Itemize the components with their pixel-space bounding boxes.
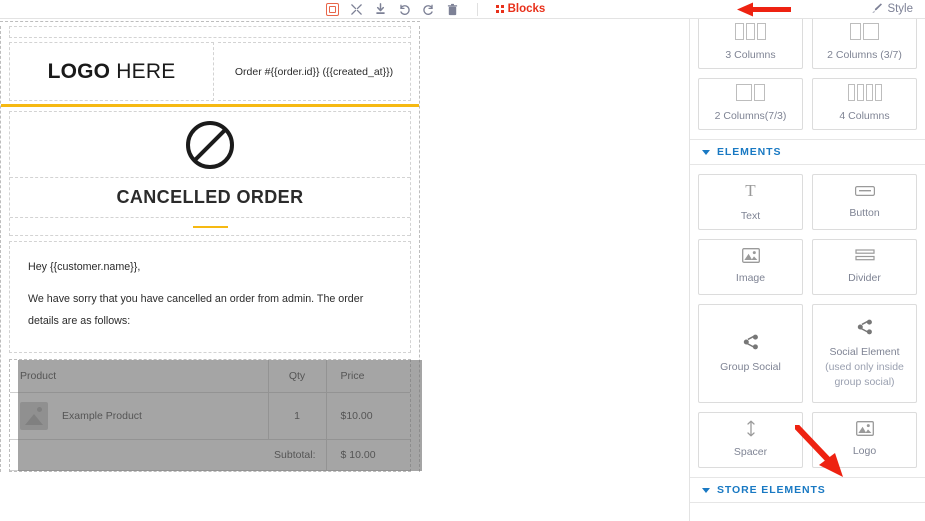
no-entry-icon: [186, 120, 234, 169]
top-toolbar: Blocks Style: [0, 0, 925, 19]
select-frame-icon[interactable]: [326, 2, 340, 16]
element-tile-label: Button: [849, 207, 880, 219]
element-tile-social-element[interactable]: Social Element (used only inside group s…: [812, 304, 917, 403]
layout-tile-2-columns-37[interactable]: 2 Columns (3/7): [812, 19, 917, 69]
status-section[interactable]: CANCELLED ORDER: [9, 111, 411, 236]
two-columns-73-icon: [736, 84, 765, 101]
element-tile-group-social[interactable]: Group Social: [698, 304, 803, 403]
body-text-block[interactable]: Hey {{customer.name}}, We have sorry tha…: [9, 241, 411, 353]
logo-rest: HERE: [110, 59, 176, 83]
trash-icon[interactable]: [445, 2, 459, 16]
layout-tile-label: 2 Columns (3/7): [827, 49, 902, 61]
layout-tile-4-columns[interactable]: 4 Columns: [812, 78, 917, 130]
layout-tile-label: 4 Columns: [839, 110, 890, 122]
top-spacer-block[interactable]: [9, 26, 411, 38]
divider-icon: [854, 248, 875, 263]
status-icon-block[interactable]: [10, 112, 410, 178]
element-tile-label: Divider: [848, 272, 881, 284]
right-sidebar-panel[interactable]: 3 Columns 2 Columns (3/7) 2 Columns(7/3)…: [689, 19, 925, 521]
redo-icon[interactable]: [421, 2, 435, 16]
logo-text: LOGO HERE: [48, 60, 176, 84]
body-text: We have sorry that you have cancelled an…: [28, 293, 364, 327]
spacer-icon: [745, 420, 757, 437]
logo-bold: LOGO: [47, 59, 111, 83]
element-tile-label: Image: [735, 272, 766, 284]
email-canvas[interactable]: LOGO HERE Order #{{order.id}} ({{created…: [0, 19, 688, 521]
element-tile-label: Group Social: [720, 361, 781, 373]
element-tile-spacer[interactable]: Spacer: [698, 412, 803, 468]
order-summary-block[interactable]: Product Qty Price Example Product: [9, 359, 422, 487]
layout-tile-3-columns[interactable]: 3 Columns: [698, 19, 803, 69]
title-underline-block[interactable]: [10, 218, 410, 236]
title-block[interactable]: CANCELLED ORDER: [10, 178, 410, 218]
page-title: CANCELLED ORDER: [116, 187, 304, 207]
order-info-block[interactable]: Order #{{order.id}} ({{created_at}}): [218, 42, 411, 101]
share-icon: [743, 332, 759, 352]
element-tile-divider[interactable]: Divider: [812, 239, 917, 295]
two-columns-37-icon: [850, 23, 879, 40]
element-tile-label: Text: [740, 209, 761, 222]
section-title: ELEMENTS: [717, 146, 782, 158]
style-tab[interactable]: Style: [871, 2, 913, 17]
element-tile-label: Social Element: [829, 346, 900, 358]
image-icon: [741, 248, 760, 263]
layout-tile-2-columns-73[interactable]: 2 Columns(7/3): [698, 78, 803, 130]
drag-overlay[interactable]: [18, 360, 422, 471]
brush-icon: [871, 2, 883, 17]
element-tile-button[interactable]: Button: [812, 174, 917, 230]
layout-tile-grid: 3 Columns 2 Columns (3/7) 2 Columns(7/3)…: [690, 19, 925, 130]
element-tile-image[interactable]: Image: [698, 239, 803, 295]
blocks-tab-label: Blocks: [507, 3, 546, 15]
section-header-store-elements[interactable]: STORE ELEMENTS: [690, 477, 925, 503]
button-icon: [854, 183, 875, 198]
blocks-tab[interactable]: Blocks: [496, 3, 545, 15]
logo-block[interactable]: LOGO HERE: [9, 42, 214, 101]
element-tile-logo[interactable]: Logo: [812, 412, 917, 468]
element-tile-label: Logo: [852, 445, 877, 457]
order-line: Order #{{order.id}} ({{created_at}}): [234, 65, 394, 78]
share-icon: [857, 317, 873, 337]
fullscreen-icon[interactable]: [349, 2, 363, 16]
element-tile-sublabel: (used only inside group social): [825, 361, 904, 388]
section-title: STORE ELEMENTS: [717, 484, 826, 496]
greeting-text: Hey {{customer.name}},: [28, 261, 141, 273]
template-outer-row: LOGO HERE Order #{{order.id}} ({{created…: [0, 26, 422, 487]
import-icon[interactable]: [373, 2, 387, 16]
four-columns-icon: [847, 84, 882, 101]
layout-tile-label: 3 Columns: [725, 49, 776, 61]
email-template[interactable]: LOGO HERE Order #{{order.id}} ({{created…: [0, 21, 422, 487]
chevron-down-icon: [702, 487, 710, 493]
toolbar-divider: [477, 2, 479, 16]
element-tile-label: Spacer: [733, 446, 768, 458]
section-header-elements[interactable]: ELEMENTS: [690, 139, 925, 165]
element-tile-text[interactable]: T Text: [698, 174, 803, 230]
image-icon: [855, 421, 874, 436]
title-underline: [192, 225, 228, 228]
element-tile-grid: T Text Button Image Divider Group Social…: [690, 174, 925, 468]
style-tab-label: Style: [887, 3, 914, 15]
grid-icon: [496, 5, 504, 13]
toolbar-icon-group: Blocks: [326, 2, 545, 16]
accent-divider[interactable]: [1, 104, 419, 107]
undo-icon[interactable]: [397, 2, 411, 16]
layout-tile-label: 2 Columns(7/3): [714, 110, 787, 122]
header-row[interactable]: LOGO HERE Order #{{order.id}} ({{created…: [9, 42, 411, 101]
text-icon: T: [745, 180, 756, 200]
three-columns-icon: [735, 23, 766, 40]
chevron-down-icon: [702, 149, 710, 155]
drag-overlay-label: Example order summary block.: [106, 470, 314, 487]
